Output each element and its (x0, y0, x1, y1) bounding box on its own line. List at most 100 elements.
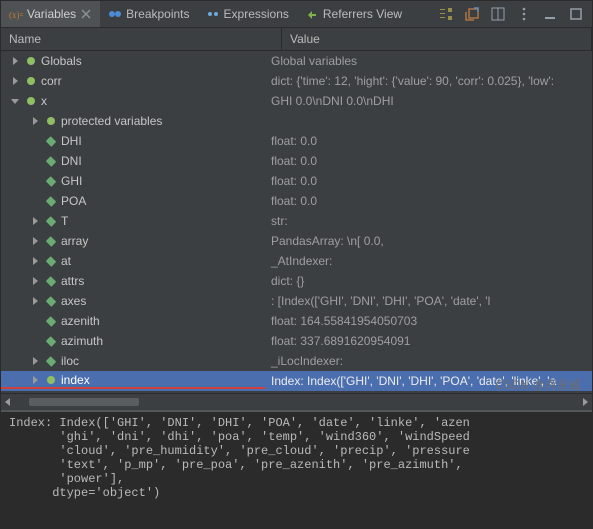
variable-name: GHI (61, 174, 82, 188)
variable-name: corr (41, 74, 62, 88)
layout-icon[interactable] (490, 6, 506, 22)
tree-row[interactable]: attrs dict: {} (1, 271, 592, 291)
object-bullet-icon (27, 97, 35, 105)
no-expand-icon (29, 315, 41, 327)
tree-row[interactable]: axes: [Index(['GHI', 'DNI', 'DHI', 'POA'… (1, 291, 592, 311)
field-bullet-icon (46, 176, 57, 187)
field-bullet-icon (46, 196, 57, 207)
no-expand-icon (29, 195, 41, 207)
maximize-icon[interactable] (568, 6, 584, 22)
variable-name: Globals (41, 54, 82, 68)
ref-tab-icon (305, 7, 319, 21)
variable-name: attrs (61, 274, 84, 288)
variable-value: dict: {} (265, 274, 592, 288)
variable-name: array (61, 234, 88, 248)
tree-row[interactable]: POAfloat: 0.0 (1, 191, 592, 211)
expand-icon[interactable] (29, 115, 41, 127)
scrollbar-track[interactable] (29, 397, 564, 407)
expand-icon[interactable] (29, 275, 41, 287)
variable-value: _iLocIndexer: (265, 354, 592, 368)
tab-breakpoints[interactable]: Breakpoints (100, 1, 197, 27)
variable-name: DHI (61, 134, 82, 148)
variables-tree[interactable]: GlobalsGlobal variables corr dict: {'time'… (1, 51, 592, 393)
field-bullet-icon (46, 216, 57, 227)
variable-name: DNI (61, 154, 82, 168)
field-bullet-icon (46, 256, 57, 267)
variable-value: float: 337.6891620954091 (265, 334, 592, 348)
variable-value: dict: {'time': 12, 'hight': {'value': 90… (265, 74, 592, 88)
column-value-header[interactable]: Value (282, 28, 592, 50)
object-bullet-icon (47, 117, 55, 125)
tab-label: Variables (27, 7, 76, 21)
expand-icon[interactable] (29, 215, 41, 227)
expand-icon[interactable] (9, 75, 21, 87)
svg-text:(x)=: (x)= (9, 10, 23, 20)
variable-name: azenith (61, 314, 100, 328)
tree-row[interactable]: protected variables (1, 111, 592, 131)
variable-name: iloc (61, 354, 79, 368)
variable-value: float: 0.0 (265, 134, 592, 148)
variable-name: protected variables (61, 114, 162, 128)
tree-row[interactable]: DHI float: 0.0 (1, 131, 592, 151)
tree-row[interactable]: corr dict: {'time': 12, 'hight': {'value'… (1, 71, 592, 91)
tree-row[interactable]: GHI float: 0.0 (1, 171, 592, 191)
tree-row[interactable]: at _AtIndexer: (1, 251, 592, 271)
tree-row[interactable]: azimuth float: 337.6891620954091 (1, 331, 592, 351)
field-bullet-icon (46, 316, 57, 327)
var-tab-icon: (x)= (9, 7, 23, 21)
variable-value: float: 0.0 (265, 174, 592, 188)
field-bullet-icon (46, 276, 57, 287)
tab-expressions[interactable]: Expressions (198, 1, 297, 27)
collapse-all-icon[interactable] (438, 6, 454, 22)
close-icon[interactable] (80, 8, 92, 20)
variable-name: at (61, 254, 71, 268)
tree-row[interactable]: indexIndex: Index(['GHI', 'DNI', 'DHI', … (1, 371, 592, 391)
tab-variables[interactable]: (x)= Variables (1, 1, 100, 27)
open-new-view-icon[interactable] (464, 6, 480, 22)
tab-label: Breakpoints (126, 7, 189, 21)
field-bullet-icon (46, 356, 57, 367)
variable-value: float: 0.0 (265, 194, 592, 208)
expand-icon[interactable] (29, 235, 41, 247)
variable-value: _AtIndexer: (265, 254, 592, 268)
variable-name: T (61, 214, 68, 228)
horizontal-scrollbar[interactable] (1, 393, 592, 410)
expand-icon[interactable] (29, 355, 41, 367)
field-bullet-icon (46, 156, 57, 167)
view-tabstrip: (x)= Variables Breakpoints Expressions Refer… (1, 1, 592, 28)
tab-label: Referrers View (323, 7, 402, 21)
scrollbar-thumb[interactable] (29, 398, 139, 406)
expand-icon[interactable] (9, 55, 21, 67)
variable-value: float: 0.0 (265, 154, 592, 168)
tree-row[interactable]: Tstr: (1, 211, 592, 231)
variable-name: x (41, 94, 47, 108)
expand-icon[interactable] (29, 374, 41, 386)
scroll-right-icon[interactable] (578, 395, 592, 409)
field-bullet-icon (46, 296, 57, 307)
expand-icon[interactable] (29, 255, 41, 267)
expand-icon[interactable] (29, 295, 41, 307)
detail-console: Index: Index(['GHI', 'DNI', 'DHI', 'POA'… (1, 410, 592, 528)
variable-value: PandasArray: \n[ 0.0, (265, 234, 592, 248)
scroll-left-icon[interactable] (1, 395, 15, 409)
variable-name: azimuth (61, 334, 103, 348)
tree-row[interactable]: DNI float: 0.0 (1, 151, 592, 171)
variable-value: : [Index(['GHI', 'DNI', 'DHI', 'POA', 'd… (265, 294, 592, 308)
tree-row[interactable]: azenithfloat: 164.55841954050703 (1, 311, 592, 331)
tree-row[interactable]: GlobalsGlobal variables (1, 51, 592, 71)
field-bullet-icon (46, 236, 57, 247)
tree-row[interactable]: array PandasArray: \n[ 0.0, (1, 231, 592, 251)
bp-tab-icon (108, 7, 122, 21)
no-expand-icon (29, 335, 41, 347)
tree-row[interactable]: xGHI 0.0\nDNI 0.0\nDHI (1, 91, 592, 111)
column-name-header[interactable]: Name (1, 28, 282, 50)
variable-name: index (61, 373, 90, 387)
tab-referrers-view[interactable]: Referrers View (297, 1, 410, 27)
view-toolbar (438, 6, 592, 22)
view-menu-icon[interactable] (516, 6, 532, 22)
minimize-icon[interactable] (542, 6, 558, 22)
field-bullet-icon (46, 336, 57, 347)
object-bullet-icon (27, 77, 35, 85)
tree-row[interactable]: iloc _iLocIndexer: (1, 351, 592, 371)
collapse-icon[interactable] (9, 95, 21, 107)
